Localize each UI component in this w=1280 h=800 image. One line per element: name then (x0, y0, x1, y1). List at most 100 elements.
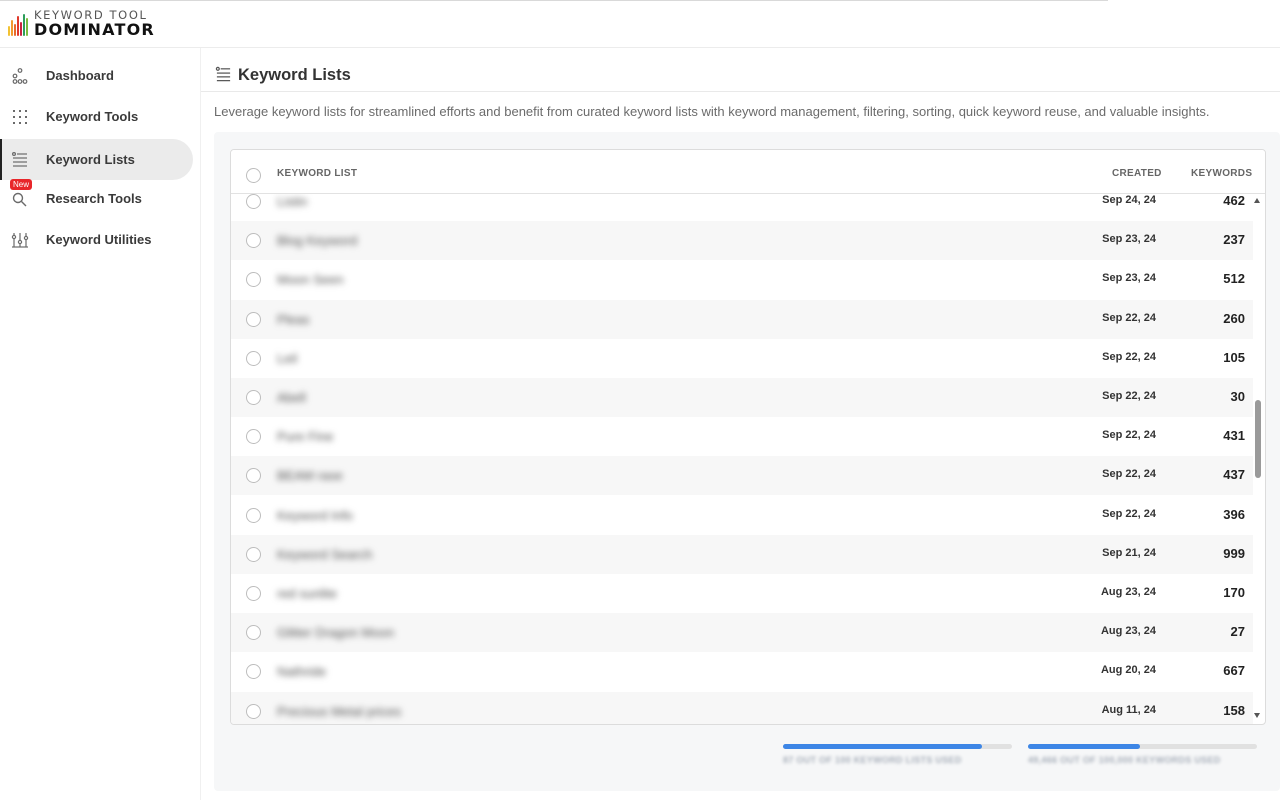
row-created-date: Aug 20, 24 (1100, 664, 1156, 677)
column-header-keywords[interactable]: KEYWORDS (1191, 168, 1252, 179)
row-keyword-count: 27 (1230, 624, 1245, 640)
sidebar-item-label: Research Tools (46, 191, 142, 206)
lists-usage-fill (783, 744, 983, 749)
title-divider (201, 91, 1280, 92)
row-keyword-count: 237 (1223, 232, 1245, 248)
row-list-name[interactable]: Blog Keyword (277, 230, 423, 253)
row-select-radio[interactable] (246, 664, 261, 680)
keyword-lists-table: KEYWORD LIST CREATED KEYWORDS Listin Sep … (230, 149, 1266, 725)
row-list-name[interactable]: Glitter Dragon Moon (277, 622, 423, 645)
table-row[interactable]: Nathride Aug 20, 24 667 (231, 652, 1253, 691)
row-list-name[interactable]: Listin (277, 194, 423, 213)
magnifier-icon (12, 192, 27, 207)
row-keyword-count: 260 (1223, 310, 1245, 326)
table-header: KEYWORD LIST CREATED KEYWORDS (231, 150, 1265, 194)
sidebar-item-keyword-utilities[interactable]: Keyword Utilities (0, 219, 193, 260)
table-row[interactable]: Moon Seen Sep 23, 24 512 (231, 260, 1253, 299)
sidebar-item-label: Keyword Tools (46, 109, 139, 124)
row-list-name[interactable]: Keyword Info (277, 504, 423, 527)
logo-bars-icon (8, 12, 29, 36)
row-select-radio[interactable] (246, 429, 261, 445)
row-select-radio[interactable] (246, 194, 261, 209)
table-body: Listin Sep 24, 24 462 Blog Keyword Sep 23, 2… (231, 194, 1253, 724)
page-title: Keyword Lists (238, 66, 351, 84)
row-created-date: Sep 22, 24 (1102, 350, 1156, 363)
row-keyword-count: 170 (1223, 585, 1245, 600)
row-select-radio[interactable] (246, 233, 261, 249)
sidebar-item-label: Dashboard (46, 68, 114, 83)
select-all-radio[interactable] (246, 168, 261, 183)
row-select-radio[interactable] (246, 507, 261, 523)
table-scrollbar[interactable] (1252, 194, 1264, 724)
row-created-date: Sep 24, 24 (1102, 194, 1156, 206)
sidebar-item-keyword-lists[interactable]: Keyword Lists (0, 139, 193, 180)
row-keyword-count: 667 (1223, 663, 1245, 679)
row-created-date: Aug 23, 24 (1100, 625, 1156, 638)
keywords-usage-text: 49,466 OUT OF 100,000 KEYWORDS USED (1028, 755, 1221, 765)
row-list-name[interactable]: Pleas (277, 308, 423, 331)
lists-usage-track (783, 744, 1012, 749)
keywords-usage-meter: 49,466 OUT OF 100,000 KEYWORDS USED (1028, 744, 1257, 765)
sidebar: Dashboard Keyword Tools Keyword Lists Ne… (0, 48, 201, 800)
table-row[interactable]: Precious Metal prices Aug 11, 24 158 (231, 691, 1253, 724)
table-row[interactable]: Abell Sep 22, 24 30 (231, 378, 1253, 417)
lists-usage-meter: 87 OUT OF 100 KEYWORD LISTS USED (783, 744, 1012, 765)
dashboard-nodes-icon (12, 68, 28, 84)
row-created-date: Sep 22, 24 (1102, 311, 1156, 324)
table-row[interactable]: Keyword Info Sep 22, 24 396 (231, 496, 1253, 535)
sidebar-item-label: Keyword Lists (46, 152, 135, 167)
table-row[interactable]: BEAM rase Sep 22, 24 437 (231, 456, 1253, 496)
row-list-name[interactable]: red sunlite (277, 583, 423, 605)
column-header-keyword-list[interactable]: KEYWORD LIST (277, 168, 357, 179)
row-select-radio[interactable] (246, 468, 261, 484)
grid-dots-icon (13, 110, 27, 124)
row-keyword-count: 158 (1223, 702, 1245, 718)
logo-bar (26, 18, 28, 36)
row-created-date: Sep 21, 24 (1102, 546, 1156, 559)
row-created-date: Sep 22, 24 (1102, 390, 1156, 402)
row-list-name[interactable]: Keyword Search (277, 543, 423, 566)
scroll-thumb[interactable] (1255, 400, 1261, 478)
table-row[interactable]: Pleas Sep 22, 24 260 (231, 299, 1253, 339)
row-keyword-count: 512 (1223, 271, 1245, 287)
sidebar-item-label: Keyword Utilities (46, 232, 152, 247)
table-row[interactable]: red sunlite Aug 23, 24 170 (231, 574, 1253, 613)
table-row[interactable]: Glitter Dragon Moon Aug 23, 24 27 (231, 613, 1253, 653)
row-list-name[interactable]: Nathride (277, 661, 423, 684)
row-list-name[interactable]: Precious Metal prices (277, 700, 423, 723)
row-select-radio[interactable] (246, 546, 261, 562)
table-row[interactable]: Leil Sep 22, 24 105 (231, 339, 1253, 378)
table-row[interactable]: Blog Keyword Sep 23, 24 237 (231, 221, 1253, 261)
table-row[interactable]: Keyword Search Sep 21, 24 999 (231, 534, 1253, 574)
row-list-name[interactable]: Pure Fine (277, 426, 423, 449)
brand-logo[interactable]: KEYWORD TOOL DOMINATOR (8, 9, 155, 40)
row-list-name[interactable]: BEAM rase (277, 465, 423, 488)
row-keyword-count: 105 (1223, 349, 1245, 365)
row-keyword-count: 431 (1223, 428, 1245, 444)
row-select-radio[interactable] (246, 586, 261, 601)
table-row[interactable]: Pure Fine Sep 22, 24 431 (231, 417, 1253, 456)
row-list-name[interactable]: Moon Seen (277, 269, 423, 292)
keywords-usage-track (1028, 744, 1257, 749)
row-select-radio[interactable] (246, 390, 261, 405)
row-select-radio[interactable] (246, 272, 261, 288)
table-row[interactable]: Listin Sep 24, 24 462 (231, 194, 1253, 221)
scroll-up-arrow-icon[interactable] (1254, 198, 1260, 203)
row-created-date: Sep 22, 24 (1102, 507, 1156, 520)
sidebar-item-research-tools[interactable]: New Research Tools (0, 178, 193, 219)
logo-text-bottom: DOMINATOR (34, 20, 155, 40)
logo-bar (20, 22, 22, 36)
sidebar-item-dashboard[interactable]: Dashboard (0, 55, 193, 96)
row-list-name[interactable]: Leil (277, 347, 423, 370)
row-select-radio[interactable] (246, 350, 261, 366)
sidebar-item-keyword-tools[interactable]: Keyword Tools (0, 96, 193, 137)
row-keyword-count: 999 (1223, 545, 1245, 561)
top-header: KEYWORD TOOL DOMINATOR (0, 0, 1280, 48)
row-select-radio[interactable] (246, 311, 261, 327)
scroll-down-arrow-icon[interactable] (1254, 713, 1260, 718)
column-header-created[interactable]: CREATED (1112, 168, 1162, 179)
row-select-radio[interactable] (246, 703, 261, 719)
row-list-name[interactable]: Abell (277, 387, 423, 409)
row-select-radio[interactable] (246, 625, 261, 641)
logo-bar (17, 16, 19, 36)
